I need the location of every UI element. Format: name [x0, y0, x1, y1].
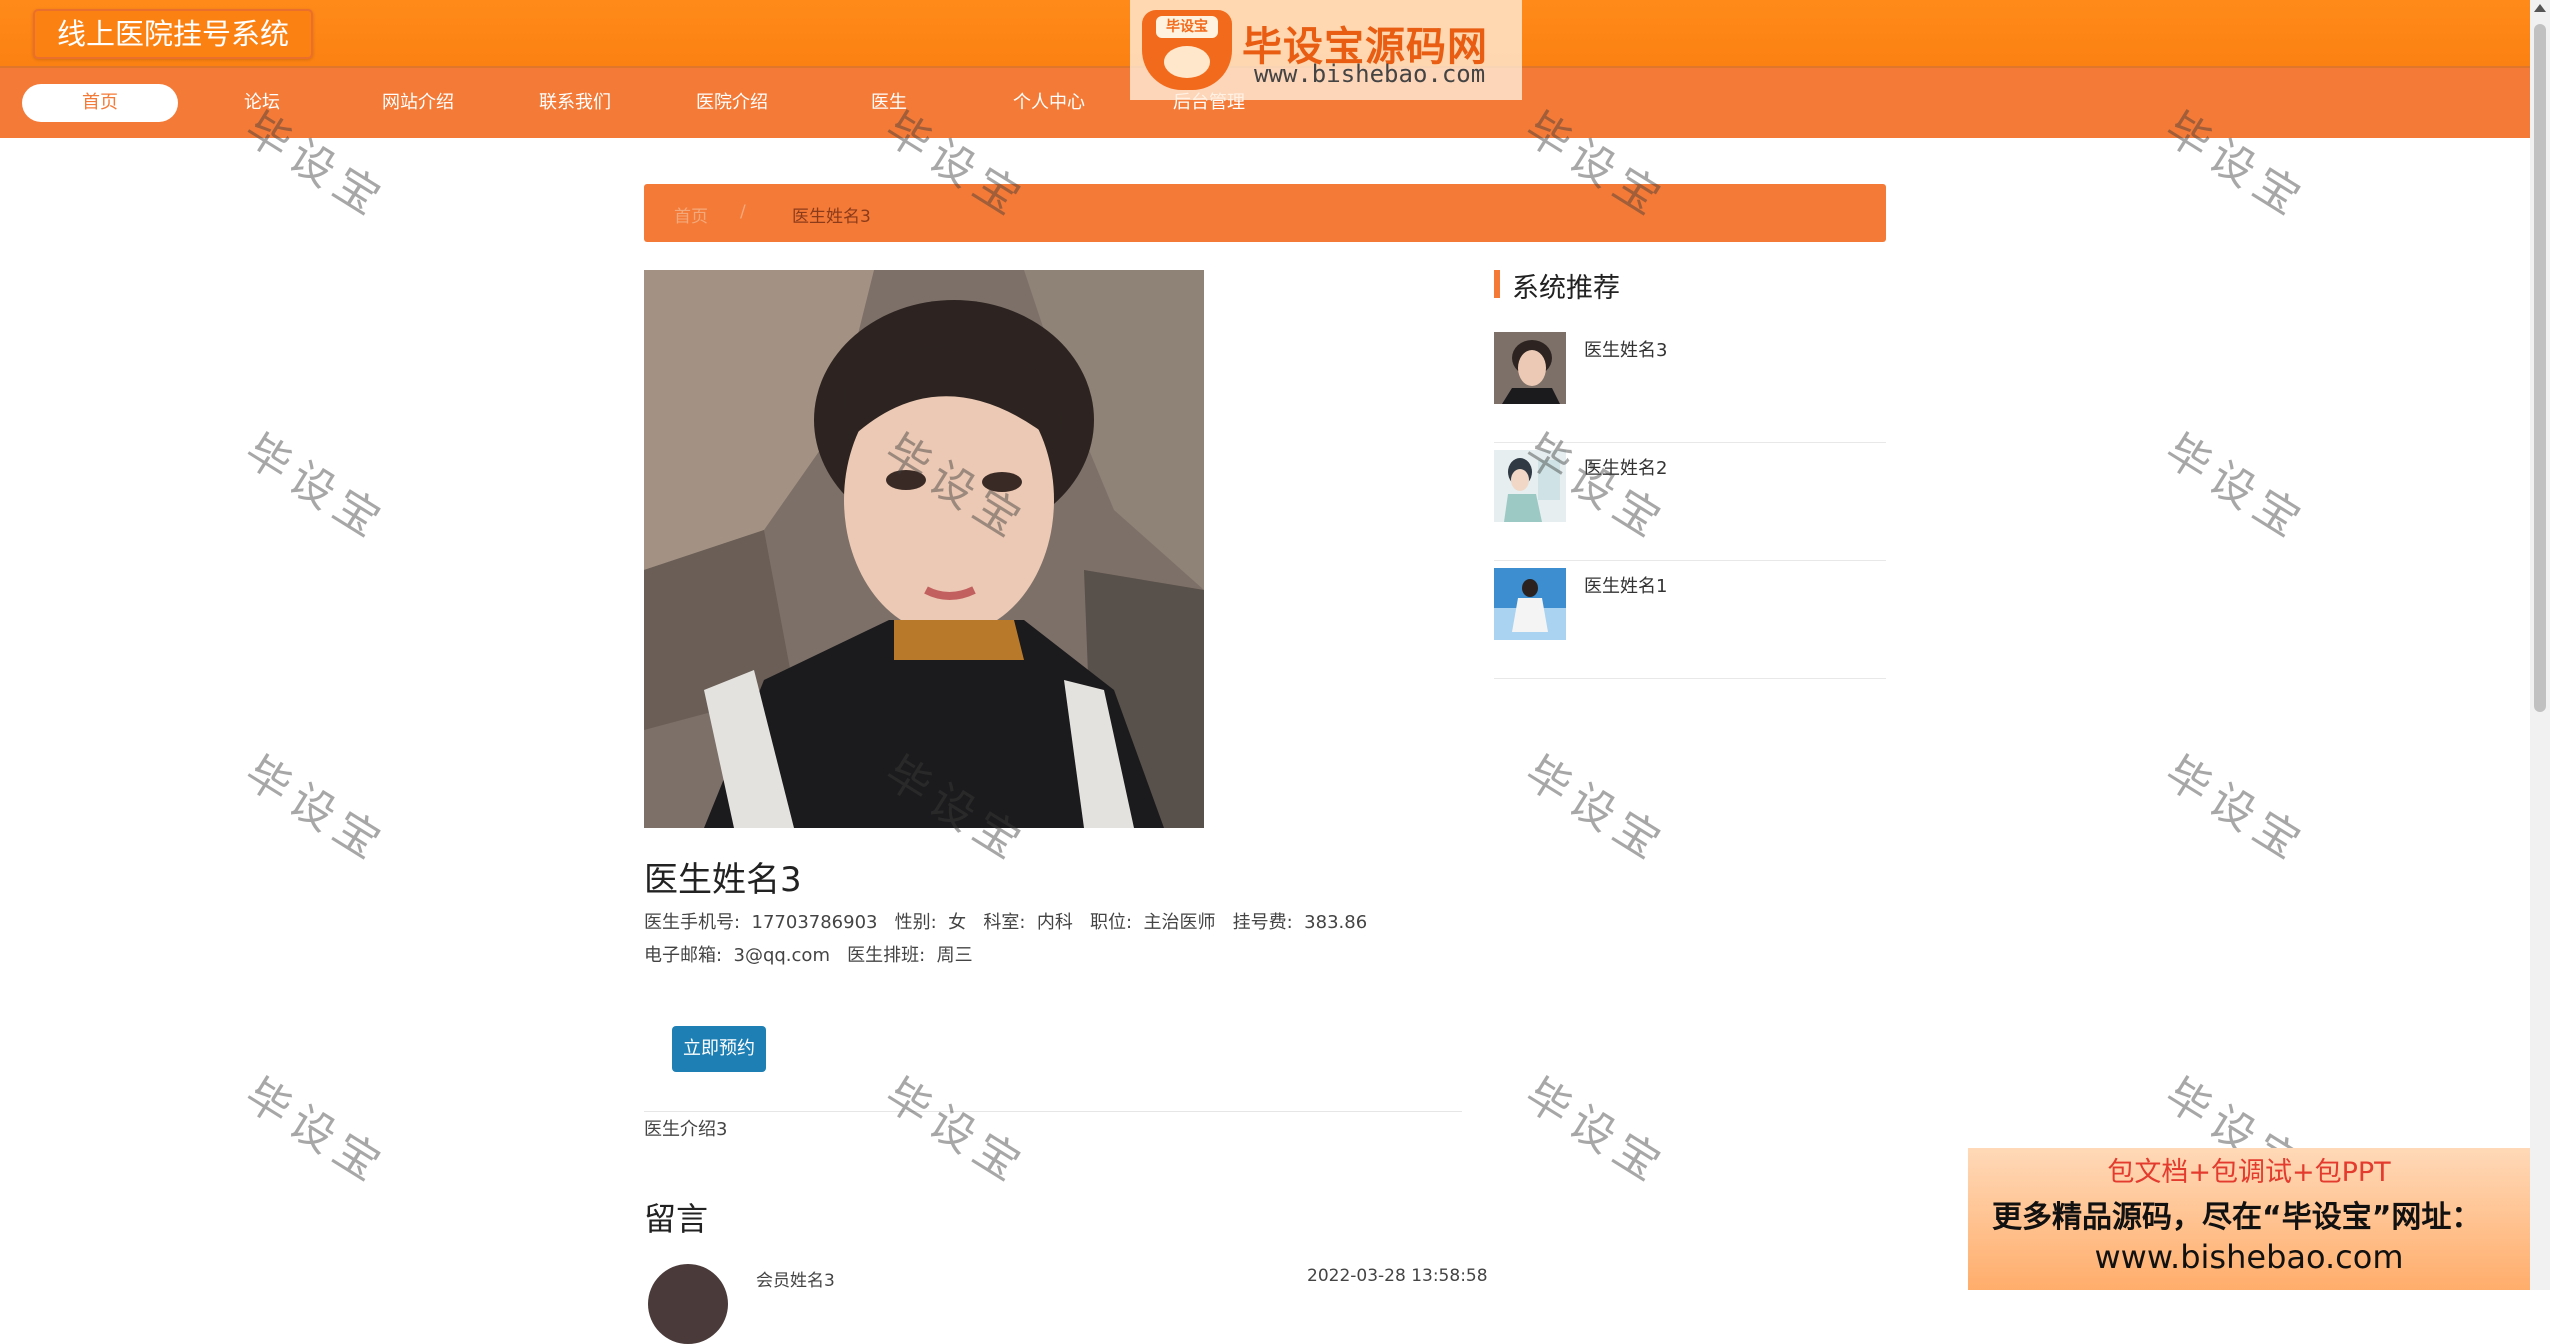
avatar: [648, 1264, 728, 1344]
divider: [644, 1111, 1462, 1112]
watermark: 毕设宝: [1515, 1068, 1676, 1195]
breadcrumb: 首页 / 医生姓名3: [644, 184, 1886, 242]
message-time: 2022-03-28 13:58:58: [1307, 1266, 1488, 1286]
recommend-thumbnail: [1494, 568, 1566, 640]
watermark: 毕设宝: [2155, 746, 2316, 873]
watermark: 毕设宝: [875, 1068, 1036, 1195]
system-title[interactable]: 线上医院挂号系统: [33, 9, 314, 59]
recommend-name: 医生姓名2: [1584, 458, 1668, 479]
breadcrumb-home-link[interactable]: 首页: [674, 202, 708, 227]
nav-item-personal-center[interactable]: 个人中心: [971, 84, 1127, 122]
recommend-item[interactable]: 医生姓名1: [1494, 568, 1886, 679]
ad-line-2: 更多精品源码，尽在“毕设宝”网址：: [1992, 1200, 2482, 1235]
recommend-thumbnail: [1494, 450, 1566, 522]
doctor-name: 医生姓名3: [644, 860, 802, 900]
message-user: 会员姓名3: [756, 1271, 835, 1291]
doctor-photo: [644, 270, 1204, 828]
ad-banner[interactable]: 包文档+包调试+包PPT 更多精品源码，尽在“毕设宝”网址： www.bishe…: [1968, 1148, 2530, 1290]
nav-item-forum[interactable]: 论坛: [184, 84, 340, 122]
nav-item-home[interactable]: 首页: [22, 84, 178, 122]
scroll-up-arrow-icon[interactable]: [2534, 4, 2546, 12]
nav-item-hospital-intro[interactable]: 医院介绍: [654, 84, 810, 122]
watermark: 毕设宝: [235, 746, 396, 873]
ad-line-1: 包文档+包调试+包PPT: [2107, 1157, 2391, 1188]
recommend-title: 系统推荐: [1512, 273, 1620, 304]
nav-item-contact[interactable]: 联系我们: [497, 84, 653, 122]
recommend-item[interactable]: 医生姓名3: [1494, 332, 1886, 443]
logo-url: www.bishebao.com: [1254, 60, 1486, 88]
breadcrumb-current: 医生姓名3: [792, 207, 871, 227]
recommend-thumbnail: [1494, 332, 1566, 404]
logo-badge: 毕设宝: [1156, 16, 1218, 38]
watermark: 毕设宝: [235, 1068, 396, 1195]
mascot-icon: 毕设宝: [1142, 10, 1232, 90]
page-scrollbar[interactable]: [2530, 0, 2550, 1290]
doctor-intro: 医生介绍3: [644, 1119, 728, 1140]
watermark: 毕设宝: [1515, 746, 1676, 873]
recommend-name: 医生姓名3: [1584, 340, 1668, 361]
breadcrumb-separator: /: [740, 202, 746, 222]
scrollbar-thumb[interactable]: [2534, 24, 2546, 712]
watermark: 毕设宝: [235, 424, 396, 551]
book-appointment-button[interactable]: 立即预约: [672, 1026, 766, 1072]
nav-item-doctor[interactable]: 医生: [811, 84, 967, 122]
recommend-accent-bar: [1494, 270, 1500, 298]
site-logo: 毕设宝 毕设宝源码网 www.bishebao.com: [1130, 0, 1522, 100]
watermark: 毕设宝: [2155, 424, 2316, 551]
messages-title: 留言: [644, 1200, 709, 1238]
recommend-name: 医生姓名1: [1584, 576, 1668, 597]
doctor-info-line-2: 电子邮箱: 3@qq.com 医生排班: 周三: [644, 945, 973, 966]
recommend-item[interactable]: 医生姓名2: [1494, 450, 1886, 561]
nav-item-site-intro[interactable]: 网站介绍: [340, 84, 496, 122]
ad-line-3: www.bishebao.com: [2094, 1238, 2404, 1276]
doctor-info-line-1: 医生手机号: 17703786903 性别: 女 科室: 内科 职位: 主治医师…: [644, 912, 1368, 933]
